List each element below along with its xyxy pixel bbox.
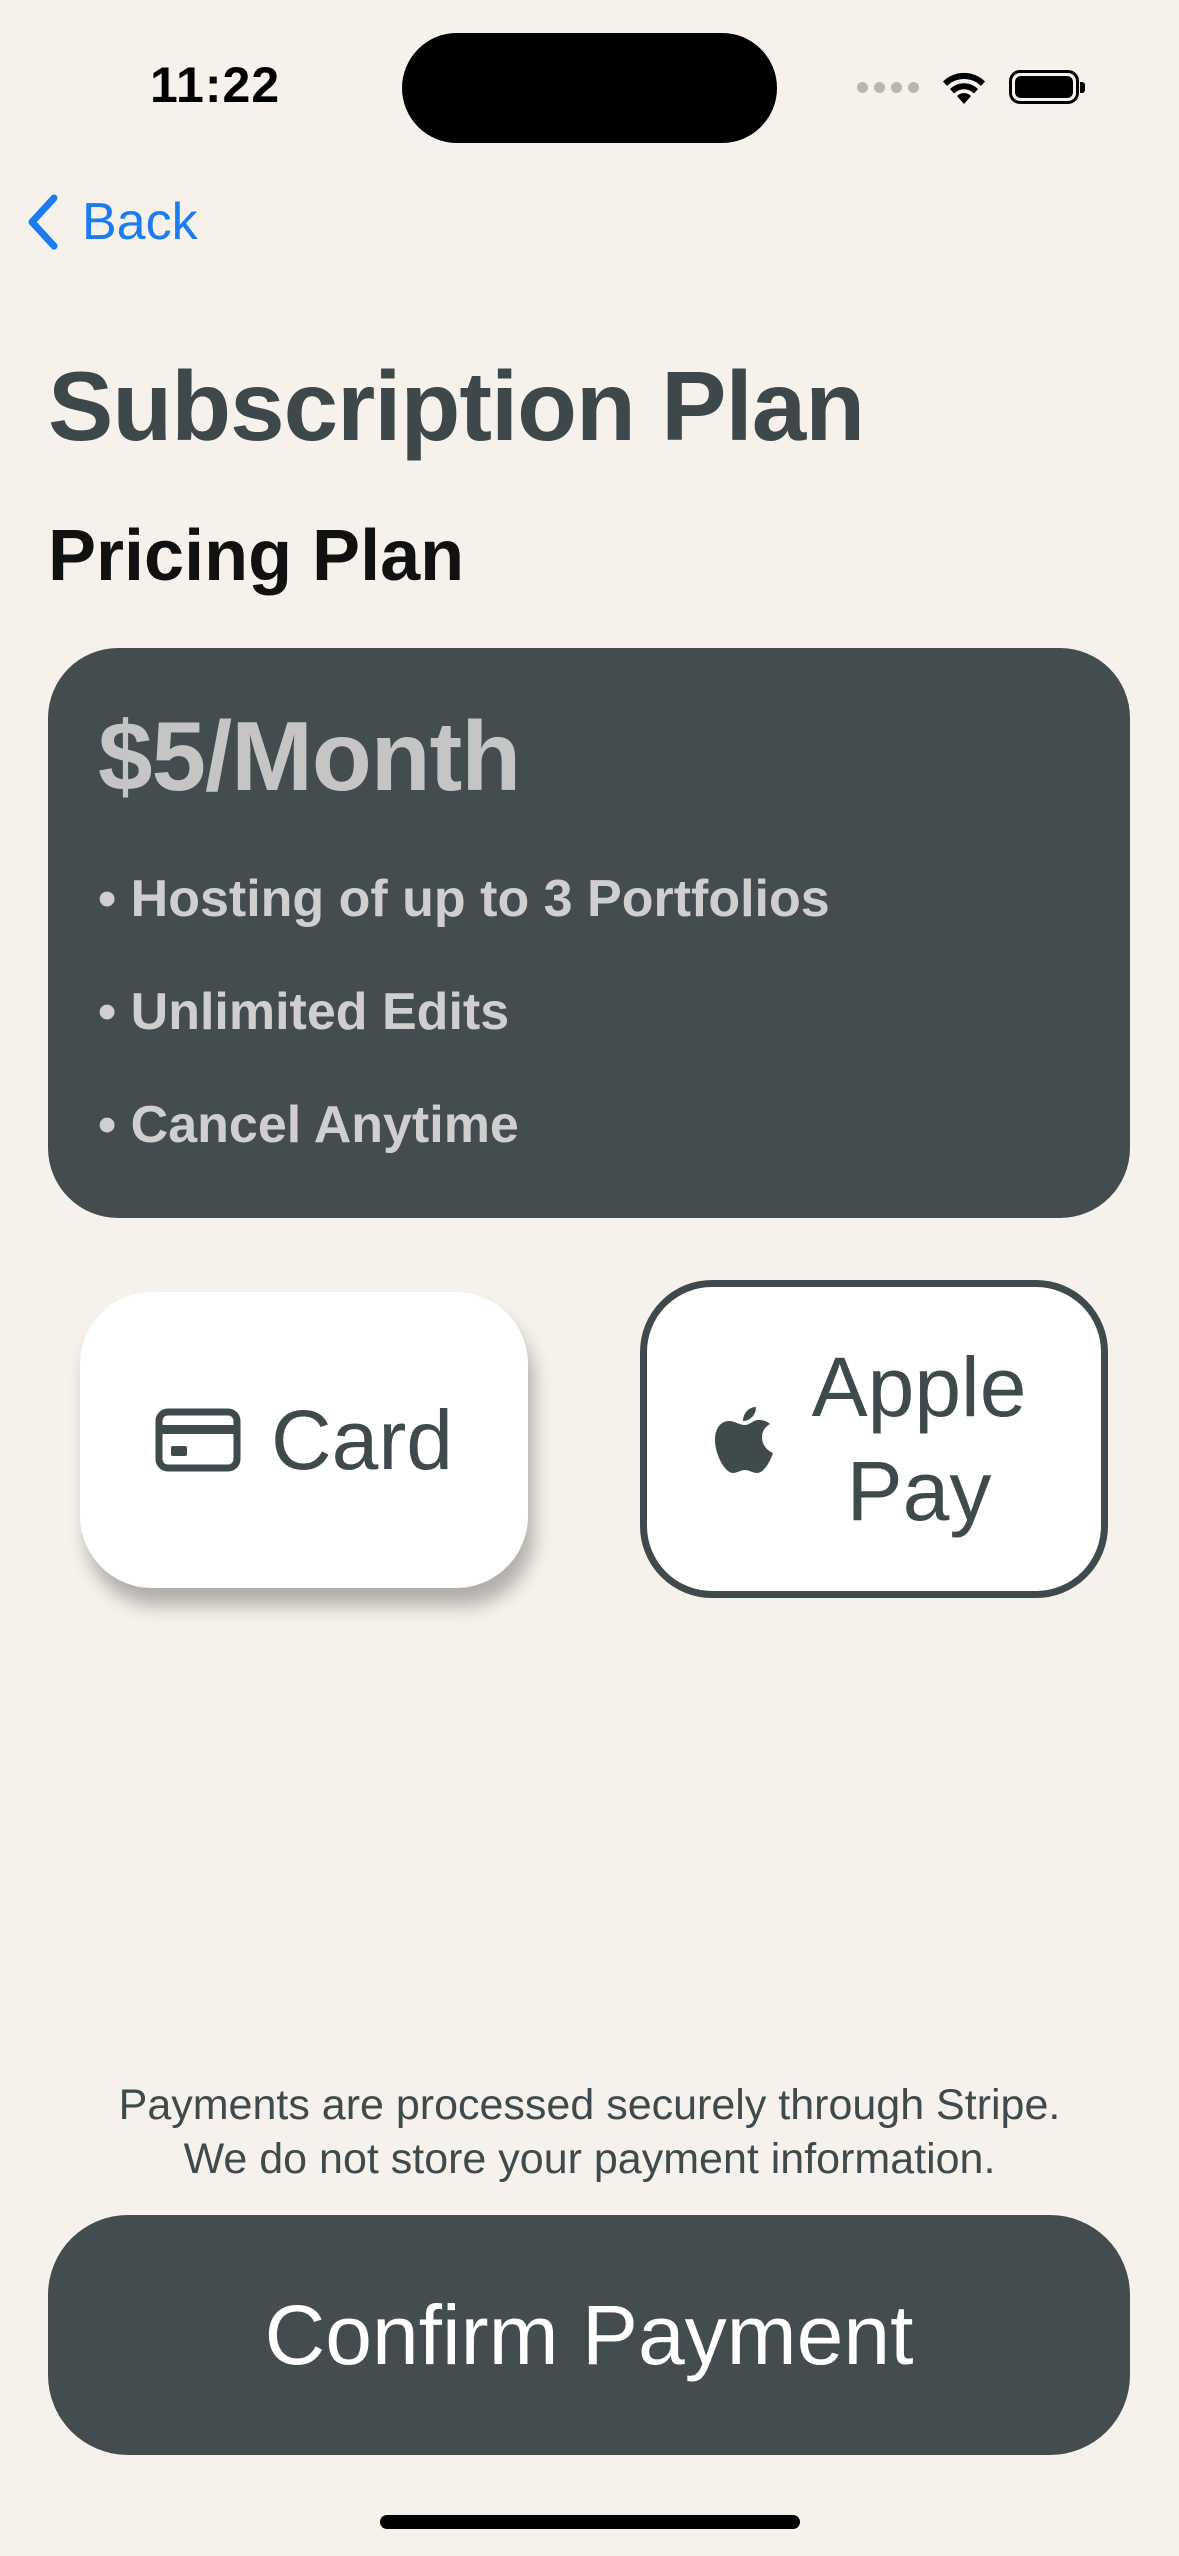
plan-price: $5/Month — [98, 701, 521, 811]
card-payment-button[interactable]: Card — [80, 1292, 528, 1588]
pricing-plan-card: $5/Month Hosting of up to 3 Portfolios U… — [48, 648, 1130, 1218]
dynamic-island — [402, 33, 777, 143]
notice-line-2: We do not store your payment information… — [183, 2135, 996, 2183]
page-title: Subscription Plan — [48, 351, 865, 461]
card-label: Card — [270, 1393, 454, 1487]
back-button[interactable]: Back — [24, 192, 198, 252]
credit-card-icon — [155, 1408, 241, 1472]
payment-security-notice: Payments are processed securely through … — [60, 2078, 1119, 2186]
chevron-left-icon — [28, 194, 58, 250]
battery-icon — [1009, 70, 1085, 104]
back-label: Back — [82, 193, 198, 251]
apple-logo-icon — [715, 1407, 773, 1473]
home-indicator[interactable] — [380, 2515, 800, 2529]
status-icons — [857, 62, 1085, 112]
plan-feature: Cancel Anytime — [98, 1069, 1080, 1182]
apple-pay-label: Apple Pay — [811, 1340, 1027, 1538]
apple-pay-button[interactable]: Apple Pay — [640, 1280, 1108, 1598]
cellular-signal-icon — [857, 81, 919, 93]
section-title: Pricing Plan — [48, 516, 465, 596]
plan-feature: Hosting of up to 3 Portfolios — [98, 843, 1080, 956]
confirm-payment-button[interactable]: Confirm Payment — [48, 2215, 1130, 2455]
confirm-label: Confirm Payment — [264, 2287, 914, 2382]
status-time: 11:22 — [150, 57, 281, 113]
plan-feature: Unlimited Edits — [98, 956, 1080, 1069]
plan-features-list: Hosting of up to 3 Portfolios Unlimited … — [98, 843, 1080, 1182]
wifi-icon — [943, 72, 985, 104]
notice-line-1: Payments are processed securely through … — [118, 2081, 1061, 2129]
